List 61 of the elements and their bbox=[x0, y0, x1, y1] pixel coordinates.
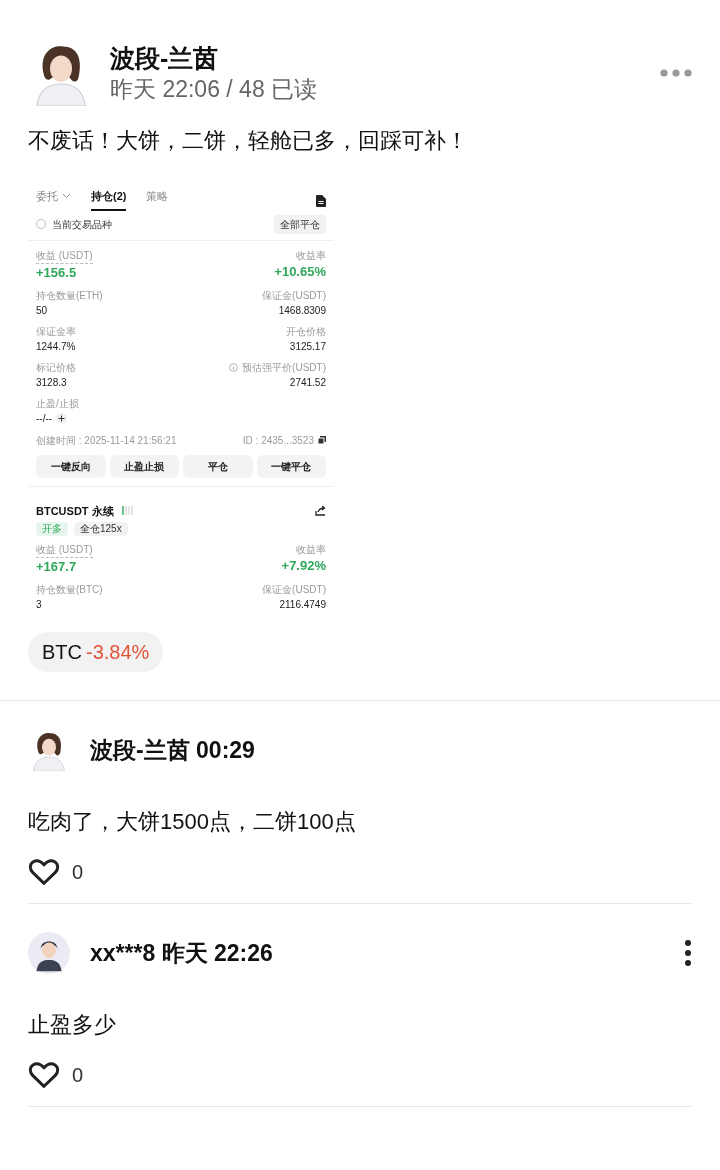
field-value: 2116.4749 bbox=[279, 598, 326, 612]
field-value: 3 bbox=[36, 598, 42, 612]
field-label: 保证金率 bbox=[36, 324, 76, 339]
more-icon[interactable] bbox=[684, 939, 692, 967]
comment-text: 吃肉了，大饼1500点，二饼100点 bbox=[28, 808, 357, 836]
author-name[interactable]: 波段-兰茵 bbox=[110, 42, 318, 74]
field-value: 2741.52 bbox=[289, 375, 326, 390]
field-value: 3125.17 bbox=[289, 339, 326, 354]
position-tag: 开多 bbox=[36, 522, 68, 536]
field-label: 开仓价格 bbox=[286, 324, 326, 339]
action-button[interactable]: 止盈止损 bbox=[109, 454, 179, 478]
signal-bars-icon bbox=[121, 506, 134, 516]
copy-icon[interactable] bbox=[318, 436, 326, 444]
comment-author[interactable]: xx***8 昨天 22:26 bbox=[90, 935, 273, 971]
field-value: 1244.7% bbox=[36, 339, 76, 354]
comment-author[interactable]: 波段-兰茵 00:29 bbox=[90, 732, 255, 768]
field-label: 预估强平价(USDT) bbox=[242, 360, 326, 375]
post-meta: 昨天 22:06 / 48 已读 bbox=[110, 75, 318, 104]
post-text: 不废话！大饼，二饼，轻舱已多，回踩可补！ bbox=[27, 127, 469, 155]
field-value: 3128.3 bbox=[36, 375, 67, 390]
field-label: 标记价格 bbox=[36, 360, 76, 375]
avatar-icon bbox=[28, 932, 70, 974]
position-id: ID : 2435...3523 bbox=[242, 433, 314, 448]
position-tab[interactable]: 持仓(2) bbox=[91, 188, 127, 211]
action-button[interactable]: 一键平仓 bbox=[256, 454, 326, 478]
action-button[interactable]: 平仓 bbox=[183, 454, 253, 478]
field-label: 持仓数量(ETH) bbox=[36, 288, 103, 303]
field-label: 持仓数量(BTC) bbox=[36, 583, 103, 597]
position-tab[interactable]: 策略 bbox=[146, 188, 169, 211]
action-button[interactable]: 一键反向 bbox=[36, 454, 106, 478]
chevron-down-icon bbox=[62, 193, 71, 200]
field-value: +156.5 bbox=[36, 263, 77, 282]
document-icon[interactable] bbox=[316, 194, 326, 207]
field-value: +7.92% bbox=[281, 557, 326, 575]
field-label: 收益率 bbox=[296, 248, 326, 263]
field-label: 收益率 bbox=[296, 543, 326, 557]
filter-label: 当前交易品种 bbox=[52, 217, 112, 232]
field-label: 保证金(USDT) bbox=[262, 288, 326, 303]
field-value: +10.65% bbox=[274, 262, 326, 281]
position-title: BTCUSDT 永续 bbox=[36, 503, 114, 519]
field-label: 止盈/止损 bbox=[36, 396, 79, 411]
comment-text: 止盈多少 bbox=[28, 1011, 117, 1039]
close-all-button[interactable]: 全部平仓 bbox=[274, 214, 326, 234]
created-time: 创建时间 : 2025-11-14 21:56:21 bbox=[36, 433, 177, 448]
heart-icon[interactable] bbox=[28, 1061, 60, 1089]
heart-icon[interactable] bbox=[28, 858, 60, 886]
coin-tag[interactable]: BTC -3.84% bbox=[28, 632, 164, 672]
position-tag: 全仓125x bbox=[74, 522, 128, 536]
field-value: 1468.8309 bbox=[278, 303, 326, 318]
field-label: 保证金(USDT) bbox=[262, 583, 326, 597]
like-count: 0 bbox=[72, 860, 84, 885]
like-count: 0 bbox=[72, 1063, 84, 1088]
share-icon[interactable] bbox=[315, 505, 326, 516]
field-label: 收益 (USDT) bbox=[36, 543, 93, 558]
field-label: 收益 (USDT) bbox=[36, 248, 93, 264]
position-tab[interactable]: 委托 bbox=[36, 188, 71, 211]
plus-icon[interactable] bbox=[56, 412, 68, 424]
field-value: 50 bbox=[36, 303, 48, 318]
field-value: --/-- bbox=[36, 411, 53, 426]
field-value: +167.7 bbox=[36, 558, 77, 576]
info-icon bbox=[229, 363, 239, 372]
